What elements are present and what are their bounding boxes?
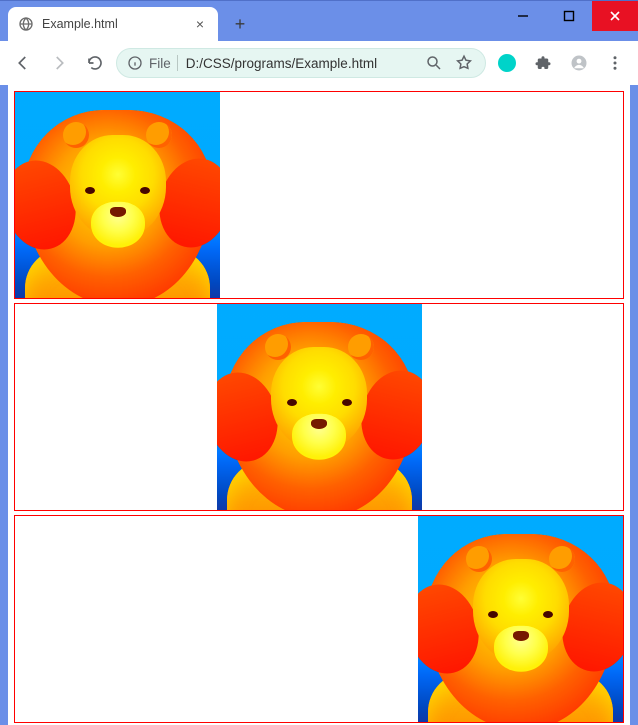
browser-toolbar: File D:/CSS/programs/Example.html bbox=[0, 41, 638, 85]
lion-image bbox=[15, 92, 220, 298]
page-viewport bbox=[8, 85, 630, 725]
back-button[interactable] bbox=[8, 48, 38, 78]
new-tab-button[interactable]: + bbox=[226, 10, 254, 38]
tab-title: Example.html bbox=[42, 17, 184, 31]
minimize-button[interactable] bbox=[500, 1, 546, 31]
maximize-button[interactable] bbox=[546, 1, 592, 31]
address-bar[interactable]: File D:/CSS/programs/Example.html bbox=[116, 48, 486, 78]
extensions-puzzle-icon[interactable] bbox=[528, 48, 558, 78]
titlebar: Example.html × + bbox=[0, 1, 638, 41]
reload-button[interactable] bbox=[80, 48, 110, 78]
window-controls bbox=[500, 1, 638, 31]
url-scheme-label: File bbox=[149, 56, 171, 71]
site-info-button[interactable]: File bbox=[127, 55, 178, 71]
browser-window: Example.html × + bbox=[0, 0, 638, 725]
profile-avatar-icon[interactable] bbox=[564, 48, 594, 78]
demo-box-right bbox=[14, 515, 624, 723]
zoom-icon[interactable] bbox=[423, 52, 445, 74]
demo-box-center bbox=[14, 303, 624, 511]
bookmark-star-icon[interactable] bbox=[453, 52, 475, 74]
lion-image bbox=[418, 516, 623, 722]
demo-box-left bbox=[14, 91, 624, 299]
globe-icon bbox=[18, 16, 34, 32]
close-tab-icon[interactable]: × bbox=[192, 16, 208, 32]
browser-tab[interactable]: Example.html × bbox=[8, 7, 218, 41]
forward-button[interactable] bbox=[44, 48, 74, 78]
kebab-menu-icon[interactable] bbox=[600, 48, 630, 78]
extension-dot-icon[interactable] bbox=[492, 48, 522, 78]
close-window-button[interactable] bbox=[592, 1, 638, 31]
divider bbox=[177, 55, 178, 71]
lion-image bbox=[217, 304, 422, 510]
url-text: D:/CSS/programs/Example.html bbox=[186, 56, 415, 71]
